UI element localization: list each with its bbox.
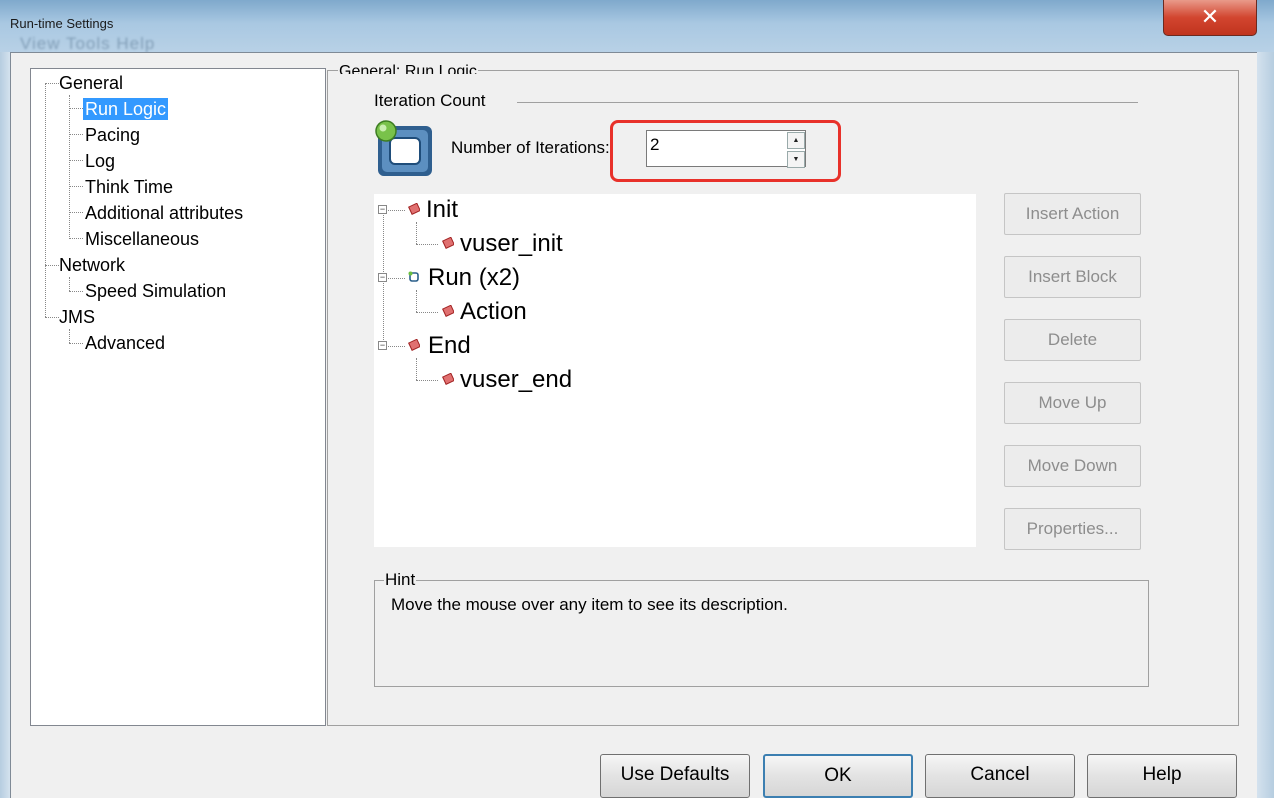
tree-connector: [416, 380, 438, 381]
window-title: Run-time Settings: [10, 16, 114, 31]
tree-connector: [416, 312, 438, 313]
tree-connector: [69, 134, 83, 135]
background-menu: View Tools Help: [20, 34, 156, 52]
tree-item-jms[interactable]: JMS: [59, 306, 95, 328]
title-bar: View Tools Help Run-time Settings: [0, 0, 1274, 52]
tree-connector: [69, 186, 83, 187]
tree-item-speed-simulation[interactable]: Speed Simulation: [85, 280, 226, 302]
properties-button[interactable]: Properties...: [1004, 508, 1141, 550]
delete-button[interactable]: Delete: [1004, 319, 1141, 361]
iteration-count-label: Iteration Count: [374, 91, 486, 110]
block-icon: [408, 203, 420, 215]
action-tree-item-vuser-init[interactable]: vuser_init: [460, 229, 563, 259]
iteration-count-divider: [517, 102, 1138, 103]
help-button[interactable]: Help: [1087, 754, 1237, 798]
tree-connector: [416, 244, 438, 245]
tree-item-network[interactable]: Network: [59, 254, 125, 276]
tree-connector: [69, 238, 83, 239]
tree-item-pacing[interactable]: Pacing: [85, 124, 140, 146]
move-up-button[interactable]: Move Up: [1004, 382, 1141, 424]
hint-title: Hint: [384, 570, 417, 590]
window-frame-left: [0, 52, 10, 798]
tree-item-additional-attributes[interactable]: Additional attributes: [85, 202, 243, 224]
tree-connector: [416, 222, 417, 244]
tree-connector: [69, 329, 70, 343]
ok-button[interactable]: OK: [763, 754, 913, 798]
panel-title: General: Run Logic: [338, 60, 478, 74]
insert-block-button[interactable]: Insert Block: [1004, 256, 1141, 298]
action-tree-item-run[interactable]: Run (x2): [428, 263, 520, 293]
cancel-button[interactable]: Cancel: [925, 754, 1075, 798]
tree-item-general[interactable]: General: [59, 72, 123, 94]
highlight-annotation: [610, 120, 841, 182]
action-icon: [442, 305, 454, 317]
tree-connector: [416, 290, 417, 312]
collapse-icon[interactable]: −: [378, 341, 387, 350]
collapse-icon[interactable]: −: [378, 205, 387, 214]
tree-item-miscellaneous[interactable]: Miscellaneous: [85, 228, 199, 250]
number-of-iterations-label: Number of Iterations:: [451, 138, 610, 157]
tree-connector: [45, 83, 46, 317]
action-tree-item-action[interactable]: Action: [460, 297, 527, 327]
action-tree-item-end[interactable]: End: [428, 331, 471, 361]
window-frame-right: [1257, 52, 1274, 798]
settings-tree: General Run Logic Pacing Log Think Time …: [30, 68, 326, 726]
insert-action-button[interactable]: Insert Action: [1004, 193, 1141, 235]
action-tree-item-init[interactable]: Init: [426, 195, 458, 225]
collapse-icon[interactable]: −: [378, 273, 387, 282]
tree-connector: [69, 277, 70, 291]
action-tree-item-vuser-end[interactable]: vuser_end: [460, 365, 572, 395]
action-icon: [442, 237, 454, 249]
tree-connector: [69, 212, 83, 213]
tree-connector: [45, 317, 59, 318]
close-icon: ✕: [1200, 4, 1220, 29]
tree-connector: [69, 160, 83, 161]
tree-item-log[interactable]: Log: [85, 150, 115, 172]
loop-icon: [408, 271, 419, 282]
tree-connector: [416, 358, 417, 380]
tree-item-run-logic[interactable]: Run Logic: [83, 98, 169, 120]
iteration-icon: [375, 120, 432, 176]
tree-connector: [45, 83, 59, 84]
action-tree: − − − Init vuser_init Run (x2) Action En…: [374, 194, 976, 547]
tree-connector: [69, 343, 83, 344]
tree-connector: [69, 291, 83, 292]
tree-connector: [69, 95, 70, 239]
action-icon: [442, 373, 454, 385]
tree-connector: [45, 265, 59, 266]
hint-text: Move the mouse over any item to see its …: [391, 595, 788, 614]
close-button[interactable]: ✕: [1163, 0, 1257, 36]
block-icon: [408, 339, 420, 351]
tree-connector: [69, 108, 83, 109]
move-down-button[interactable]: Move Down: [1004, 445, 1141, 487]
tree-item-think-time[interactable]: Think Time: [85, 176, 173, 198]
use-defaults-button[interactable]: Use Defaults: [600, 754, 750, 798]
tree-item-advanced[interactable]: Advanced: [85, 332, 165, 354]
